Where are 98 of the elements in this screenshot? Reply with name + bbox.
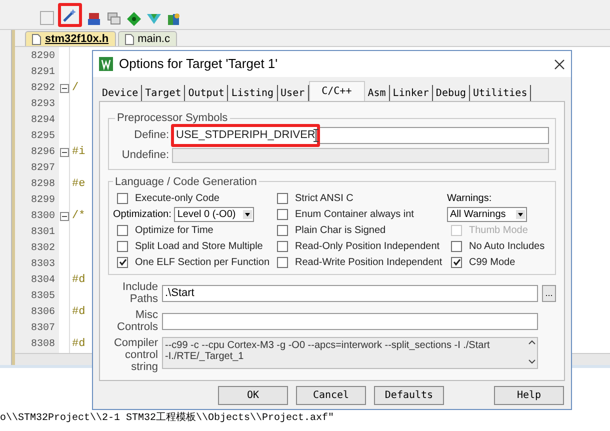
dialog-button[interactable]: OK (218, 386, 288, 404)
code-text: #d (72, 304, 86, 320)
checkbox[interactable] (277, 256, 288, 268)
dialog-button[interactable]: Cancel (296, 386, 366, 404)
fold-icon[interactable] (60, 84, 68, 92)
line-number: 8292 (30, 82, 55, 96)
line-number: 8301 (30, 226, 55, 240)
line-number: 8296 (30, 146, 55, 160)
warnings-label: Warnings: (447, 192, 492, 206)
line-number: 8293 (30, 98, 55, 112)
define-field[interactable]: USE_STDPERIPH_DRIVER (172, 127, 549, 144)
text-cursor-icon (313, 129, 319, 142)
close-icon[interactable] (554, 58, 565, 70)
field-label: Include (122, 281, 158, 293)
undefine-field[interactable] (172, 148, 549, 163)
dropdown-arrow-icon (516, 210, 525, 218)
group-title: Language / Code Generation (114, 174, 258, 190)
checkbox[interactable] (451, 240, 462, 252)
compiler-string-line: --c99 -c --cpu Cortex-M3 -g -O0 --apcs=interwork --split_sections -I ./Start (165, 340, 491, 351)
line-number: 8297 (30, 162, 55, 176)
books-icon[interactable] (166, 11, 182, 27)
code-text: /* (72, 208, 86, 224)
fold-icon[interactable] (60, 212, 68, 220)
field-label: string (131, 361, 158, 373)
checkbox[interactable] (117, 192, 128, 204)
line-number: 8307 (30, 322, 55, 336)
line-number: 8300 (30, 210, 55, 224)
field-label: control (124, 349, 158, 361)
line-number: 8290 (30, 50, 55, 64)
diamond-icon[interactable] (126, 11, 142, 27)
dropdown[interactable]: Level 0 (-O0) (174, 206, 254, 222)
checkbox[interactable] (117, 240, 128, 252)
checkbox-label: C99 Mode (469, 256, 516, 270)
checkbox-label: Split Load and Store Multiple (135, 240, 263, 254)
app-icon (99, 57, 113, 71)
chip-icon[interactable] (86, 11, 102, 27)
checkbox-label: One ELF Section per Function (135, 256, 270, 270)
line-number: 8308 (30, 338, 55, 352)
code-text: #d (72, 272, 86, 288)
file-icon (124, 34, 134, 44)
output-text: o\\STM32Project\\2-1 STM32工程模板\\Objects\\Project.axf" (0, 411, 334, 426)
checkbox[interactable] (277, 240, 288, 252)
browse-button[interactable]: ... (542, 284, 556, 302)
checkbox[interactable] (117, 256, 128, 268)
file-tab[interactable]: main.c (118, 31, 177, 46)
field-label: Paths (130, 293, 158, 305)
line-number: 8302 (30, 242, 55, 256)
code-text: / (72, 80, 79, 96)
checkbox[interactable] (117, 224, 128, 236)
code-text: #i (72, 144, 86, 160)
scroll-arrows-icon[interactable] (527, 338, 537, 366)
dialog-title: Options for Target 'Target 1' (119, 55, 279, 74)
dialog-tab[interactable]: C/C++ (308, 81, 365, 101)
field-label: Compiler (114, 337, 158, 349)
dialog-button[interactable]: Defaults (374, 386, 444, 404)
line-number: 8291 (30, 66, 55, 80)
dropdown[interactable]: All Warnings (447, 206, 527, 222)
checkbox[interactable] (277, 224, 288, 236)
select-label: Optimization: (113, 208, 172, 222)
include-paths-field[interactable]: .\Start (162, 284, 538, 302)
define-value: USE_STDPERIPH_DRIVER (171, 124, 320, 147)
group-title: Preprocessor Symbols (116, 111, 229, 126)
checkbox[interactable] (277, 192, 288, 204)
define-label: Define: (133, 128, 169, 144)
checkbox-label: Enum Container always int (295, 208, 414, 222)
line-number: 8298 (30, 178, 55, 192)
checkbox-label: No Auto Includes (469, 240, 545, 254)
checkbox[interactable] (277, 208, 288, 220)
checkbox-label: Optimize for Time (135, 224, 214, 238)
dialog-button[interactable]: Help (494, 386, 564, 404)
checkbox-label: Read-Only Position Independent (295, 240, 440, 254)
misc-controls-field[interactable] (162, 312, 538, 330)
field-label: Misc (135, 309, 158, 321)
checkbox[interactable] (451, 256, 462, 268)
code-text: #e (72, 176, 86, 192)
file-tab[interactable]: stm32f10x.h (25, 31, 116, 46)
checkbox-label: Execute-only Code (135, 192, 220, 206)
line-number: 8294 (30, 114, 55, 128)
field-label: Controls (117, 321, 158, 333)
fold-icon[interactable] (60, 148, 68, 156)
code-text: #d (72, 336, 86, 352)
check-icon (452, 258, 460, 266)
wand-icon[interactable] (62, 7, 78, 23)
line-number: 8304 (30, 274, 55, 288)
line-number: 8299 (30, 194, 55, 208)
line-number: 8305 (30, 290, 55, 304)
undefine-label: Undefine: (120, 148, 169, 164)
compiler-string-line: -I./RTE/_Target_1 (165, 351, 245, 362)
dropdown-arrow-icon (243, 210, 252, 218)
check-icon (118, 258, 126, 266)
checkbox-label: Read-Write Position Independent (295, 256, 442, 270)
file-icon (32, 34, 41, 44)
line-number: 8303 (30, 258, 55, 272)
checkbox-label: Thumb Mode (469, 224, 528, 238)
line-number: 8306 (30, 306, 55, 320)
checkbox-label: Strict ANSI C (295, 192, 354, 206)
checkbox-label: Plain Char is Signed (295, 224, 386, 238)
line-number: 8295 (30, 130, 55, 144)
